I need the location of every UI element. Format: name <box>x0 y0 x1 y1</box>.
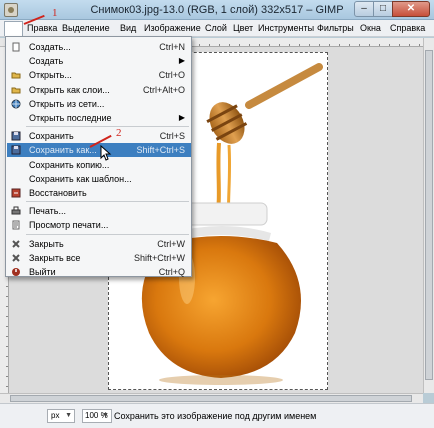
chevron-down-icon: ▼ <box>65 412 72 419</box>
zoom-select[interactable]: 100 % ▼ <box>82 409 112 423</box>
maximize-button[interactable]: □ <box>373 1 393 17</box>
file-menu-item-5[interactable]: Открыть последние ▶ <box>7 111 191 125</box>
file-menu-item-3[interactable]: Открыть как слои... Ctrl+Alt+O <box>7 83 191 97</box>
file-menu-item-2[interactable]: Открыть... Ctrl+O <box>7 68 191 82</box>
menu-item-label: Закрыть <box>29 238 64 249</box>
menu-separator <box>26 201 189 203</box>
menu-item-shortcut: Ctrl+Alt+O <box>142 84 185 95</box>
file-menu-item-13[interactable]: Печать... <box>7 204 191 218</box>
globe-icon <box>11 99 21 109</box>
file-menu-item-17[interactable]: Закрыть все Shift+Ctrl+W <box>7 251 191 265</box>
callout-number-1: 1 <box>52 7 58 19</box>
save-icon <box>11 131 21 141</box>
unit-value: px <box>51 411 60 420</box>
menu-colors[interactable]: Цвет <box>233 23 253 33</box>
save-as-menu-item[interactable]: Сохранить как... Shift+Ctrl+S <box>7 143 191 158</box>
menu-item-label: Открыть последние <box>29 113 112 123</box>
menu-item-shortcut: Shift+Ctrl+S <box>136 145 185 156</box>
menu-item-shortcut: Ctrl+W <box>157 238 185 249</box>
menu-item-shortcut: Ctrl+Q <box>158 267 185 277</box>
menu-file[interactable] <box>4 21 23 36</box>
menu-help[interactable]: Справка <box>390 23 425 33</box>
print-icon <box>11 206 21 215</box>
menu-image[interactable]: Изображение <box>144 23 201 33</box>
menu-item-shortcut: Ctrl+O <box>158 70 185 81</box>
file-menu-item-14[interactable]: Просмотр печати... <box>7 218 191 232</box>
menu-item-label: Сохранить <box>29 131 74 142</box>
file-menu-item-1[interactable]: Создать ▶ <box>7 54 191 68</box>
horizontal-scroll-thumb[interactable] <box>10 395 412 402</box>
status-message: Сохранить это изображение под другим име… <box>114 411 317 421</box>
menu-item-label: Выйти <box>29 267 56 277</box>
menu-layer[interactable]: Слой <box>205 23 227 33</box>
menu-item-label: Просмотр печати... <box>29 220 109 231</box>
menu-item-shortcut: Ctrl+S <box>159 131 185 142</box>
revert-icon <box>11 188 21 198</box>
mouse-pointer-icon <box>100 145 112 161</box>
menu-item-label: Закрыть все <box>29 252 81 263</box>
quit-icon <box>12 268 20 276</box>
unit-select[interactable]: px ▼ <box>47 409 75 423</box>
vertical-scroll-thumb[interactable] <box>425 50 433 380</box>
file-menu-dropdown: Создать... Ctrl+N Создать ▶ Открыть... Ctrl+O… <box>5 36 192 277</box>
callout-number-2: 2 <box>116 127 122 139</box>
status-bar: px ▼ 100 % ▼ Сохранить это изображение п… <box>0 403 434 428</box>
menu-filters[interactable]: Фильтры <box>317 23 354 33</box>
menu-item-label: Сохранить как... <box>29 145 97 156</box>
menu-item-label: Открыть из сети... <box>29 98 105 109</box>
submenu-arrow-icon: ▶ <box>178 56 185 66</box>
horizontal-scrollbar[interactable] <box>0 393 423 403</box>
menu-bar: Правка Выделение Вид Изображение Слой Цв… <box>0 20 434 37</box>
title-bar: Снимок03.jpg-13.0 (RGB, 1 слой) 332x517 … <box>0 0 434 20</box>
menu-item-shortcut: Ctrl+N <box>159 42 185 52</box>
menu-separator <box>26 126 189 128</box>
file-menu-item-16[interactable]: Закрыть Ctrl+W <box>7 237 191 251</box>
file-menu-item-4[interactable]: Открыть из сети... <box>7 97 191 111</box>
menu-item-label: Сохранить как шаблон... <box>29 173 132 184</box>
new-file-icon <box>12 42 20 52</box>
menu-item-label: Открыть... <box>29 70 72 81</box>
save-as-icon <box>11 145 21 155</box>
file-menu-item-18[interactable]: Выйти Ctrl+Q <box>7 265 191 279</box>
file-menu-item-10[interactable]: Сохранить как шаблон... <box>7 172 191 186</box>
minimize-button[interactable]: – <box>354 1 374 17</box>
menu-item-label: Печать... <box>29 206 66 217</box>
menu-separator <box>26 233 189 235</box>
menu-item-label: Восстановить <box>29 188 87 198</box>
menu-select[interactable]: Выделение <box>62 23 110 33</box>
file-menu-item-0[interactable]: Создать... Ctrl+N <box>7 40 191 54</box>
menu-windows[interactable]: Окна <box>360 23 381 33</box>
menu-item-label: Сохранить копию... <box>29 159 110 170</box>
file-menu-item-9[interactable]: Сохранить копию... <box>7 158 191 172</box>
close-all-icon <box>12 254 20 262</box>
open-folder-icon <box>11 72 21 79</box>
chevron-down-icon: ▼ <box>102 412 109 419</box>
menu-item-label: Создать <box>29 56 64 67</box>
close-x-icon <box>12 239 20 248</box>
menu-item-label: Открыть как слои... <box>29 84 110 95</box>
close-window-button[interactable]: ✕ <box>392 1 430 17</box>
print-preview-icon <box>12 220 20 230</box>
menu-item-label: Создать... <box>29 42 71 52</box>
menu-item-shortcut: Shift+Ctrl+W <box>133 252 185 263</box>
vertical-scrollbar[interactable] <box>423 38 434 393</box>
submenu-arrow-icon: ▶ <box>178 113 185 122</box>
menu-edit[interactable]: Правка <box>27 23 57 33</box>
file-menu-item-11[interactable]: Восстановить <box>7 186 191 200</box>
menu-view[interactable]: Вид <box>120 23 136 33</box>
open-layers-icon <box>11 87 21 94</box>
menu-tools[interactable]: Инструменты <box>258 23 314 33</box>
